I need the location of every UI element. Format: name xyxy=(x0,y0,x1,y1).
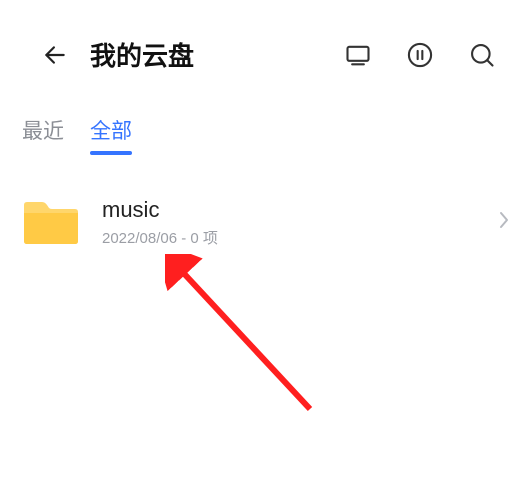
header-actions xyxy=(344,41,496,69)
search-button[interactable] xyxy=(468,41,496,69)
tab-all[interactable]: 全部 xyxy=(90,115,132,155)
search-icon xyxy=(468,41,496,69)
page-title: 我的云盘 xyxy=(90,36,344,73)
file-list: music 2022/08/06 - 0 项 xyxy=(0,155,520,258)
tab-recent[interactable]: 最近 xyxy=(22,115,64,155)
folder-icon xyxy=(22,199,80,247)
transfer-button[interactable] xyxy=(406,41,434,69)
pause-circle-icon xyxy=(406,41,434,69)
folder-name: music xyxy=(102,197,490,223)
arrow-left-icon xyxy=(42,42,68,68)
folder-row[interactable]: music 2022/08/06 - 0 项 xyxy=(0,187,520,258)
annotation-arrow xyxy=(165,254,365,454)
display-button[interactable] xyxy=(344,41,372,69)
chevron-right-icon xyxy=(498,210,510,235)
display-icon xyxy=(344,41,372,69)
tabs: 最近 全部 xyxy=(0,93,520,155)
folder-meta: 2022/08/06 - 0 项 xyxy=(102,227,490,248)
back-button[interactable] xyxy=(42,42,68,68)
folder-text: music 2022/08/06 - 0 项 xyxy=(102,197,490,248)
